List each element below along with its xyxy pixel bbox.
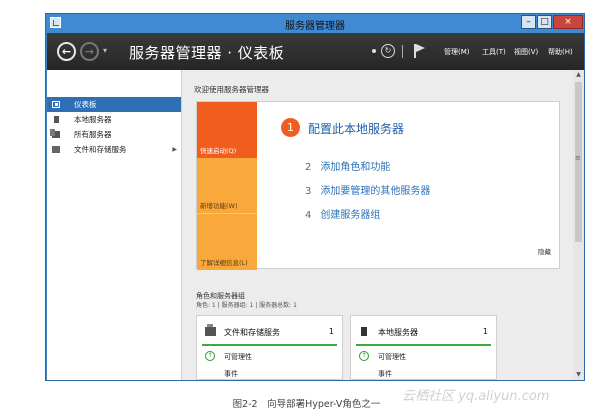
minimize-button[interactable]: –	[521, 15, 536, 29]
title-bar[interactable]: 服务器管理器 – □ ×	[46, 14, 584, 33]
maximize-button[interactable]: □	[537, 15, 552, 29]
role-card-file-storage[interactable]: 文件和存储服务 1 ↑ 可管理性 事件	[196, 315, 343, 380]
tab-quick-start[interactable]: 快速启动(Q)	[197, 102, 257, 158]
storage-icon	[205, 324, 216, 336]
step-number: 2	[305, 162, 312, 173]
welcome-title: 欢迎使用服务器管理器	[194, 85, 269, 94]
scroll-up-icon[interactable]: ▲	[573, 70, 584, 80]
flag-icon[interactable]	[414, 44, 426, 58]
forward-button[interactable]: →	[80, 42, 99, 61]
hide-link[interactable]: 隐藏	[538, 246, 551, 256]
sidebar-item-all-servers[interactable]: 所有服务器	[47, 127, 181, 142]
step-number: 4	[305, 210, 312, 221]
server-icon	[54, 116, 59, 123]
servers-icon	[50, 129, 60, 138]
card-status-manageability[interactable]: 可管理性	[378, 352, 406, 362]
role-card-local-server[interactable]: 本地服务器 1 ↑ 可管理性 事件	[350, 315, 497, 380]
menu-view[interactable]: 视图(V)	[514, 47, 538, 57]
card-title: 本地服务器	[378, 328, 418, 337]
vertical-scrollbar[interactable]: ▲ ≡ ▼	[573, 70, 584, 380]
card-status-manageability[interactable]: 可管理性	[224, 352, 252, 362]
check-up-arrow-icon: ↑	[205, 351, 215, 361]
storage-icon	[52, 146, 60, 153]
step-link[interactable]: 添加角色和功能	[320, 162, 390, 173]
sidebar-item-label: 仪表板	[74, 100, 97, 109]
status-bar	[356, 344, 491, 346]
tab-whats-new[interactable]: 新增功能(W)	[197, 158, 257, 213]
scroll-down-icon[interactable]: ▼	[573, 370, 584, 380]
menu-help[interactable]: 帮助(H)	[548, 47, 573, 57]
scroll-thumb[interactable]	[575, 82, 582, 242]
sidebar: 仪表板 本地服务器 所有服务器 文件和存储服务 ▶	[47, 70, 182, 380]
dashboard-icon	[52, 101, 60, 108]
tab-label: 了解详细信息(L)	[200, 259, 248, 267]
toolbar-divider	[402, 45, 403, 58]
step-number-badge: 1	[281, 118, 300, 137]
refresh-dropdown-dot-icon[interactable]	[372, 49, 376, 53]
step-create-server-group[interactable]: 4 创建服务器组	[305, 206, 380, 221]
roles-summary: 角色: 1 | 服务器组: 1 | 服务器总数: 1	[196, 302, 297, 309]
step-link[interactable]: 配置此本地服务器	[308, 120, 404, 137]
welcome-panel: 快速启动(Q) 新增功能(W) 了解详细信息(L) 1 配置此本地服务器 2 添加…	[196, 101, 560, 270]
toolbar: ← → ▾ 服务器管理器 · 仪表板 ↻ 管理(M) 工具(T) 视图(V) 帮…	[47, 33, 584, 70]
window-title: 服务器管理器	[285, 21, 345, 32]
server-icon	[361, 327, 367, 336]
tab-learn-more[interactable]: 了解详细信息(L)	[197, 213, 257, 270]
card-count: 1	[328, 327, 334, 336]
step-number: 3	[305, 186, 312, 197]
sidebar-item-label: 所有服务器	[74, 130, 112, 139]
sidebar-item-file-storage[interactable]: 文件和存储服务 ▶	[47, 142, 181, 157]
status-bar	[202, 344, 337, 346]
tab-label: 新增功能(W)	[200, 202, 238, 210]
menu-manage[interactable]: 管理(M)	[444, 47, 470, 57]
arrow-left-icon: ←	[61, 45, 72, 58]
grip-icon: ≡	[575, 154, 581, 162]
nav-history-dropdown[interactable]: ▾	[103, 46, 107, 55]
step-link[interactable]: 添加要管理的其他服务器	[320, 186, 430, 197]
card-events[interactable]: 事件	[224, 369, 238, 379]
card-count: 1	[482, 327, 488, 336]
refresh-icon[interactable]: ↻	[381, 44, 395, 58]
close-button[interactable]: ×	[553, 15, 583, 29]
sidebar-item-dashboard[interactable]: 仪表板	[47, 97, 181, 112]
breadcrumb: 服务器管理器 · 仪表板	[129, 44, 285, 62]
check-up-arrow-icon: ↑	[359, 351, 369, 361]
arrow-right-icon: →	[84, 45, 95, 58]
step-link[interactable]: 创建服务器组	[320, 210, 380, 221]
step-add-servers[interactable]: 3 添加要管理的其他服务器	[305, 182, 430, 197]
server-manager-window: 服务器管理器 – □ × ← → ▾ 服务器管理器 · 仪表板 ↻ 管理(M) …	[45, 13, 585, 381]
dashboard-content: 欢迎使用服务器管理器 快速启动(Q) 新增功能(W) 了解详细信息(L) 1 配…	[182, 70, 573, 380]
menu-tools[interactable]: 工具(T)	[482, 47, 506, 57]
sidebar-item-label: 本地服务器	[74, 115, 112, 124]
chevron-right-icon[interactable]: ▶	[172, 142, 177, 157]
back-button[interactable]: ←	[57, 42, 76, 61]
sidebar-item-label: 文件和存储服务	[74, 145, 127, 154]
figure-caption: 图2-2 向导部署Hyper-V角色之一	[232, 399, 381, 410]
sidebar-item-local-server[interactable]: 本地服务器	[47, 112, 181, 127]
tab-label: 快速启动(Q)	[200, 147, 237, 155]
card-title: 文件和存储服务	[224, 328, 280, 337]
card-events[interactable]: 事件	[378, 369, 392, 379]
step-add-roles-features[interactable]: 2 添加角色和功能	[305, 158, 390, 173]
